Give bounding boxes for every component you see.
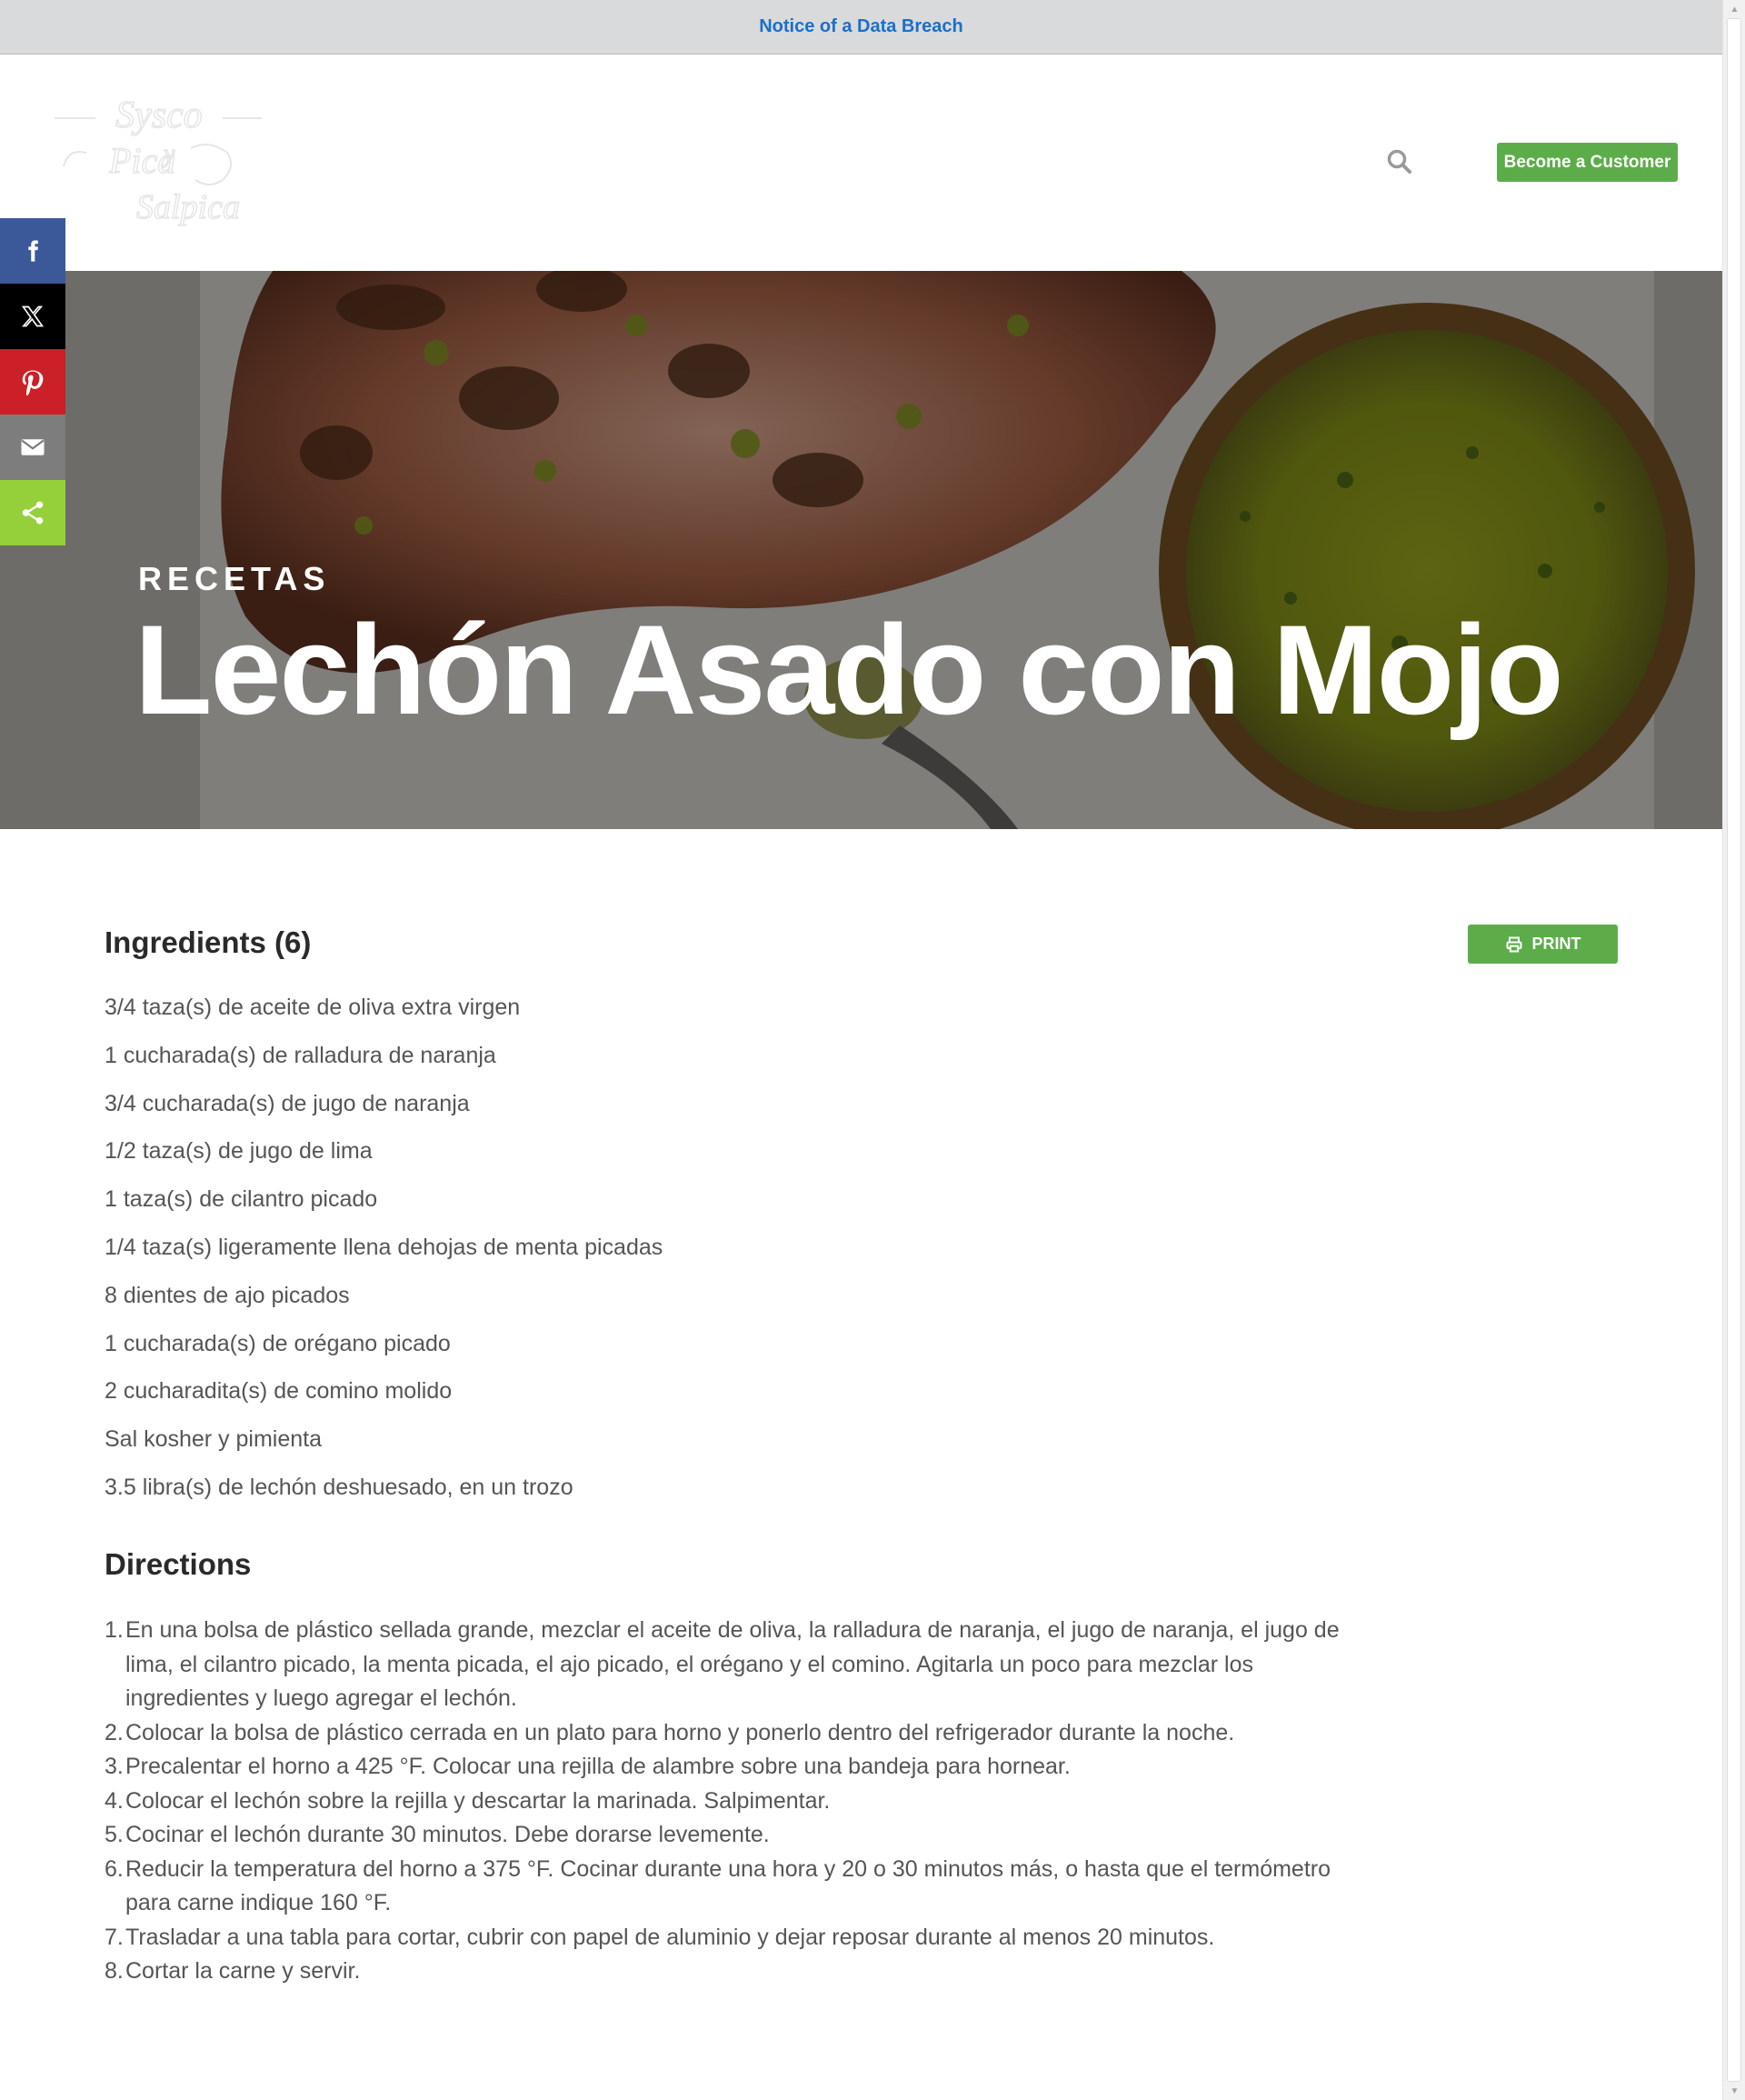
step-number: 4. <box>105 1787 124 1814</box>
step-number: 1. <box>105 1617 124 1643</box>
ingredient-item: 1 cucharada(s) de ralladura de naranja <box>105 1042 496 1068</box>
print-button[interactable]: PRINT <box>1468 925 1618 964</box>
ingredient-item: 1 taza(s) de cilantro picado <box>105 1186 378 1213</box>
ingredients-heading: Ingredients (6) <box>105 925 312 959</box>
site-header: Sysco Pica y Salpica Become a Customer <box>0 55 1722 271</box>
email-share-button[interactable] <box>0 415 65 480</box>
svg-text:Sysco: Sysco <box>115 98 203 136</box>
x-icon <box>21 305 45 327</box>
become-customer-button[interactable]: Become a Customer <box>1497 143 1678 182</box>
x-share-button[interactable] <box>0 284 65 349</box>
hero-food-image <box>0 271 1722 829</box>
step-text: Cortar la carne y servir. <box>125 1958 361 1984</box>
step-text: Reducir la temperatura del horno a 375 °… <box>125 1855 1331 1916</box>
step-number: 2. <box>105 1719 124 1745</box>
directions-heading: Directions <box>105 1547 252 1581</box>
scroll-up-arrow-icon[interactable]: ▲ <box>1723 0 1745 18</box>
direction-step: 7. Trasladar a una tabla para cortar, cub… <box>105 1921 1359 1955</box>
step-number: 8. <box>105 1958 124 1984</box>
hero-banner: RECETAS Lechón Asado con Mojo <box>0 271 1722 829</box>
page-scrollbar[interactable]: ▲ ▼ <box>1722 0 1745 2100</box>
search-icon[interactable] <box>1386 148 1413 175</box>
step-text: En una bolsa de plástico sellada grande,… <box>125 1617 1340 1711</box>
page-title: Lechón Asado con Mojo <box>135 598 1564 741</box>
print-label: PRINT <box>1531 935 1581 953</box>
logo-graphic: Sysco Pica y Salpica <box>55 94 262 227</box>
direction-step: 2. Colocar la bolsa de plástico cerrada e… <box>105 1716 1359 1751</box>
step-number: 6. <box>105 1855 124 1882</box>
step-text: Colocar el lechón sobre la rejilla y des… <box>125 1787 831 1814</box>
ingredient-item: 1/2 taza(s) de jugo de lima <box>105 1138 373 1165</box>
step-text: Precalentar el horno a 425 °F. Colocar u… <box>125 1754 1071 1779</box>
svg-text:Salpica: Salpica <box>136 188 240 226</box>
direction-step: 1. En una bolsa de plástico sellada gran… <box>105 1614 1359 1716</box>
site-logo[interactable]: Sysco Pica y Salpica <box>55 94 264 235</box>
direction-step: 5. Cocinar el lechón durante 30 minutos. … <box>105 1818 1359 1853</box>
step-number: 5. <box>105 1822 124 1847</box>
data-breach-notice-link[interactable]: Notice of a Data Breach <box>759 16 963 37</box>
step-number: 3. <box>105 1754 124 1779</box>
social-share-bar <box>0 218 65 545</box>
facebook-icon <box>28 240 38 262</box>
svg-text:y: y <box>161 140 175 168</box>
pinterest-icon <box>22 370 44 395</box>
share-icon <box>22 501 44 525</box>
scrollbar-thumb[interactable] <box>1727 18 1741 2082</box>
ingredient-item: Sal kosher y pimienta <box>105 1426 323 1453</box>
ingredient-item: 3.5 libra(s) de lechón deshuesado, en un… <box>105 1474 573 1500</box>
ingredient-item: 8 dientes de ajo picados <box>105 1282 350 1308</box>
ingredient-item: 3/4 taza(s) de aceite de oliva extra vir… <box>105 995 521 1020</box>
direction-step: 8. Cortar la carne y servir. <box>105 1955 1359 1989</box>
ingredient-item: 1/4 taza(s) ligeramente llena dehojas de… <box>105 1234 663 1260</box>
notice-bar: Notice of a Data Breach <box>0 0 1722 55</box>
step-text: Trasladar a una tabla para cortar, cubri… <box>125 1924 1215 1950</box>
step-number: 7. <box>105 1924 124 1950</box>
ingredient-item: 2 cucharadita(s) de comino molido <box>105 1378 453 1405</box>
printer-icon <box>1506 936 1521 952</box>
hero-eyebrow: RECETAS <box>138 560 331 597</box>
directions-list: 1. En una bolsa de plástico sellada gran… <box>105 1614 1359 1989</box>
direction-step: 6. Reducir la temperatura del horno a 375… <box>105 1853 1359 1921</box>
direction-step: 4. Colocar el lechón sobre la rejilla y d… <box>105 1785 1359 1819</box>
step-text: Colocar la bolsa de plástico cerrada en … <box>125 1719 1235 1745</box>
pinterest-share-button[interactable] <box>0 349 65 415</box>
step-text: Cocinar el lechón durante 30 minutos. De… <box>125 1822 770 1847</box>
ingredient-item: 3/4 cucharada(s) de jugo de naranja <box>105 1090 470 1116</box>
ingredient-item: 1 cucharada(s) de orégano picado <box>105 1330 451 1356</box>
ingredients-list: 3/4 taza(s) de aceite de oliva extra vir… <box>105 991 663 1519</box>
email-icon <box>21 439 45 455</box>
more-share-button[interactable] <box>0 480 65 545</box>
facebook-share-button[interactable] <box>0 218 65 284</box>
scroll-down-arrow-icon[interactable]: ▼ <box>1723 2082 1745 2100</box>
direction-step: 3. Precalentar el horno a 425 °F. Colocar… <box>105 1750 1359 1785</box>
